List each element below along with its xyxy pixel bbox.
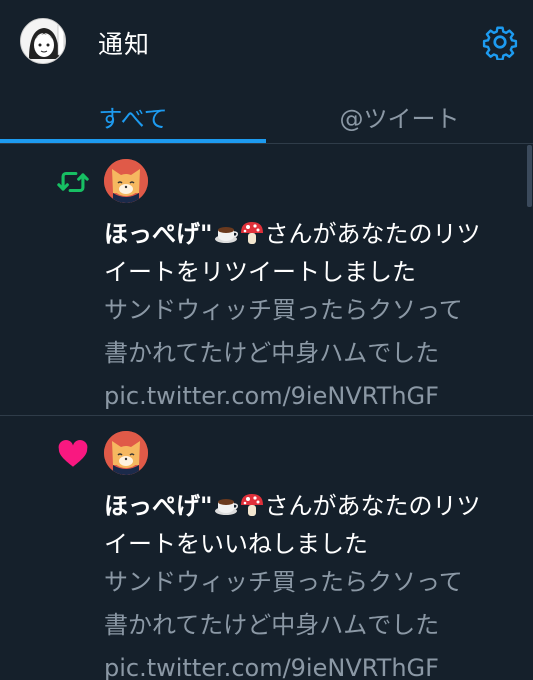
tweet-line: 書かれてたけど中身ハムでした xyxy=(104,339,440,367)
tweet-preview[interactable]: サンドウィッチ買ったらクソって 書かれてたけど中身ハムでした pic.twitt… xyxy=(104,289,514,418)
tab-bar: すべて @ツイート xyxy=(0,84,533,144)
gear-icon[interactable] xyxy=(482,24,518,60)
notification-item[interactable]: ほっぺげ" さんがあなたのリツ イートをリツイートしました サンドウィッチ買ったら… xyxy=(0,145,533,416)
user-name[interactable]: ほっぺげ" xyxy=(104,220,213,248)
coffee-icon xyxy=(214,227,238,243)
user-name[interactable]: ほっぺげ" xyxy=(104,492,213,520)
notification-message: ほっぺげ" さんがあなたのリツ イートをいいねしました xyxy=(104,487,514,563)
notification-text-line1: さんがあなたのリツ xyxy=(264,220,481,248)
cat-avatar-icon xyxy=(104,159,148,203)
tweet-link[interactable]: pic.twitter.com/9ieNVRThGF xyxy=(104,375,514,418)
manga-avatar-icon xyxy=(21,19,65,63)
my-avatar[interactable] xyxy=(20,18,66,64)
tweet-line: サンドウィッチ買ったらクソって xyxy=(104,296,463,324)
tab-mentions[interactable]: @ツイート xyxy=(266,94,533,138)
avatar[interactable] xyxy=(104,159,148,203)
mushroom-icon xyxy=(240,494,263,516)
notification-text-line2: イートをいいねしました xyxy=(104,530,368,558)
page-title: 通知 xyxy=(98,30,151,59)
active-tab-indicator xyxy=(0,139,266,143)
notification-text-line1: さんがあなたのリツ xyxy=(264,492,481,520)
coffee-icon xyxy=(214,499,238,515)
cat-avatar-icon xyxy=(104,431,148,475)
tweet-line: サンドウィッチ買ったらクソって xyxy=(104,568,463,596)
retweet-icon xyxy=(57,171,89,193)
avatar[interactable] xyxy=(104,431,148,475)
heart-icon xyxy=(58,439,88,467)
notification-message: ほっぺげ" さんがあなたのリツ イートをリツイートしました xyxy=(104,215,514,291)
tab-all[interactable]: すべて xyxy=(0,94,266,138)
mushroom-icon xyxy=(240,222,263,244)
tweet-line: 書かれてたけど中身ハムでした xyxy=(104,611,440,639)
tweet-preview[interactable]: サンドウィッチ買ったらクソって 書かれてたけど中身ハムでした pic.twitt… xyxy=(104,561,514,680)
notification-item[interactable]: ほっぺげ" さんがあなたのリツ イートをいいねしました サンドウィッチ買ったらクソ… xyxy=(0,417,533,680)
app-header: 通知 xyxy=(0,0,533,84)
notification-text-line2: イートをリツイートしました xyxy=(104,258,416,286)
tweet-link[interactable]: pic.twitter.com/9ieNVRThGF xyxy=(104,647,514,680)
